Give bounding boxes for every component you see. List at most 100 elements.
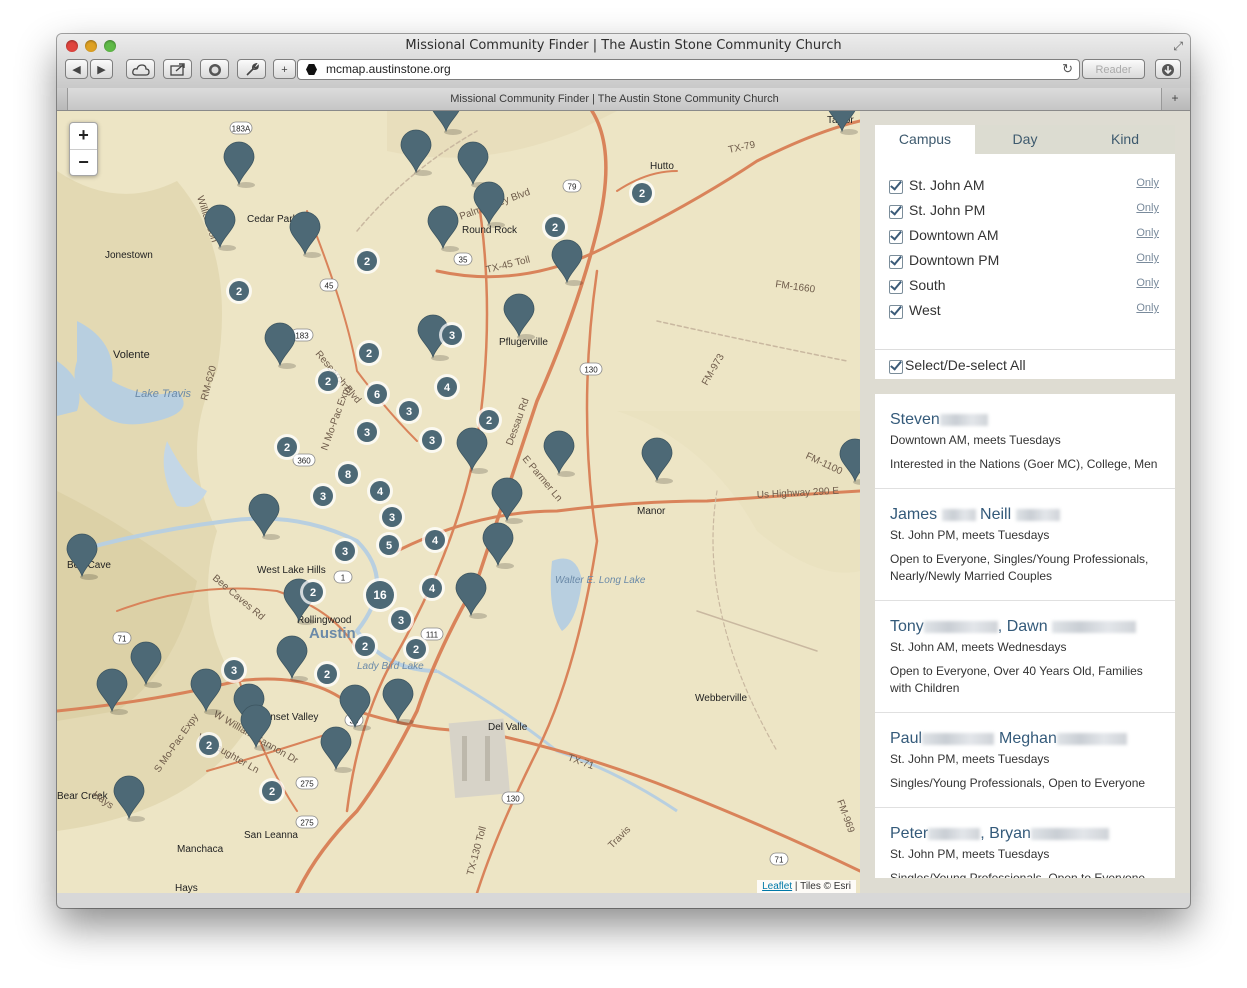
checkbox[interactable] — [889, 360, 903, 374]
leader-names[interactable]: Peter , Bryan — [890, 825, 1109, 843]
window-title: Missional Community Finder | The Austin … — [405, 38, 842, 53]
checkbox[interactable] — [889, 230, 903, 244]
checkbox[interactable] — [889, 205, 903, 219]
redacted-text — [1052, 620, 1137, 633]
active-tab[interactable]: Missional Community Finder | The Austin … — [67, 88, 1162, 110]
checkbox[interactable] — [889, 255, 903, 269]
leader-names[interactable]: Steven — [890, 411, 988, 429]
marker-cluster[interactable]: 3 — [332, 538, 358, 564]
campus-filter-south[interactable]: South Only — [889, 277, 1161, 297]
marker-cluster[interactable]: 2 — [274, 434, 300, 460]
zoom-control: + − — [69, 122, 98, 176]
marker-cluster[interactable]: 5 — [376, 532, 402, 558]
add-bookmark-button[interactable]: + — [273, 59, 296, 79]
marker-cluster[interactable]: 4 — [419, 575, 445, 601]
marker-cluster[interactable]: 8 — [335, 461, 361, 487]
marker-cluster[interactable]: 3 — [396, 398, 422, 424]
marker-cluster[interactable]: 2 — [226, 278, 252, 304]
result-card[interactable]: Paul Meghan St. John PM, meets Tuesdays S… — [875, 713, 1175, 808]
checkbox[interactable] — [889, 280, 903, 294]
leader-names[interactable]: James Neill — [890, 506, 1060, 524]
leader-names[interactable]: Tony , Dawn — [890, 618, 1137, 636]
marker-cluster[interactable]: 3 — [388, 607, 414, 633]
marker-cluster[interactable]: 4 — [434, 374, 460, 400]
route-shield: 45 — [319, 278, 339, 292]
campus-label: St. John AM — [909, 177, 985, 193]
only-link[interactable]: Only — [1136, 202, 1159, 214]
checkbox[interactable] — [889, 305, 903, 319]
marker-cluster[interactable]: 2 — [403, 636, 429, 662]
new-tab-button[interactable]: + — [1166, 91, 1184, 106]
result-card[interactable]: Tony , Dawn St. John AM, meets Wednesdays… — [875, 601, 1175, 713]
marker-cluster[interactable]: 6 — [364, 381, 390, 407]
only-link[interactable]: Only — [1136, 227, 1159, 239]
campus-filter-downtown-pm[interactable]: Downtown PM Only — [889, 252, 1161, 272]
map[interactable]: LeanderTaylorCedar ParkRound RockHuttoJo… — [57, 111, 860, 893]
marker-cluster[interactable]: 2 — [356, 340, 382, 366]
share-button[interactable] — [163, 59, 192, 79]
campus-filter-st-john-pm[interactable]: St. John PM Only — [889, 202, 1161, 222]
tab-campus[interactable]: Campus — [875, 125, 975, 154]
tab-kind[interactable]: Kind — [1075, 125, 1175, 154]
leader-names[interactable]: Paul Meghan — [890, 730, 1127, 748]
leader-name: , Bryan — [980, 825, 1031, 842]
forward-button[interactable]: ▶ — [90, 59, 113, 79]
reader-button[interactable]: Reader — [1082, 59, 1145, 79]
map-canvas[interactable]: LeanderTaylorCedar ParkRound RockHuttoJo… — [57, 111, 860, 893]
marker-cluster[interactable]: 2 — [300, 579, 326, 605]
route-shield: 275 — [295, 776, 319, 790]
select-all-toggle[interactable]: Select/De-select All — [889, 357, 1161, 377]
campus-filter-downtown-am[interactable]: Downtown AM Only — [889, 227, 1161, 247]
marker-cluster[interactable]: 2 — [354, 248, 380, 274]
marker-cluster[interactable]: 16 — [363, 578, 397, 612]
svg-text:3: 3 — [320, 491, 326, 503]
marker-cluster[interactable]: 2 — [352, 633, 378, 659]
svg-text:45: 45 — [325, 282, 334, 291]
route-shield: 71 — [769, 852, 789, 866]
select-all-row[interactable]: Select/De-select All — [875, 349, 1175, 380]
marker-cluster[interactable]: 2 — [259, 778, 285, 804]
zoom-out-button[interactable]: − — [70, 150, 97, 176]
campus-filter-west[interactable]: West Only — [889, 302, 1161, 322]
result-card[interactable]: Peter , Bryan St. John PM, meets Tuesdays… — [875, 808, 1175, 878]
back-button[interactable]: ◀ — [65, 59, 88, 79]
marker-cluster[interactable]: 2 — [315, 368, 341, 394]
checkbox[interactable] — [889, 180, 903, 194]
redacted-text — [941, 508, 976, 521]
marker-cluster[interactable]: 4 — [367, 478, 393, 504]
marker-cluster[interactable]: 2 — [542, 214, 568, 240]
result-card[interactable]: James Neill St. John PM, meets Tuesdays … — [875, 489, 1175, 601]
marker-cluster[interactable]: 2 — [314, 661, 340, 687]
only-link[interactable]: Only — [1136, 277, 1159, 289]
group-description: Open to Everyone, Over 40 Years Old, Fam… — [890, 664, 1143, 695]
address-bar[interactable]: mcmap.austinstone.org ↻ — [297, 59, 1080, 80]
tab-day[interactable]: Day — [975, 125, 1075, 154]
zoom-in-button[interactable]: + — [70, 123, 97, 150]
marker-cluster[interactable]: 3 — [419, 427, 445, 453]
result-card[interactable]: Steven Downtown AM, meets Tuesdays Inter… — [875, 394, 1175, 489]
marker-cluster[interactable]: 3 — [310, 483, 336, 509]
marker-cluster[interactable]: 2 — [476, 407, 502, 433]
only-link[interactable]: Only — [1136, 252, 1159, 264]
redacted-text — [1030, 827, 1109, 840]
downloads-button[interactable] — [1155, 59, 1181, 79]
reload-icon[interactable]: ↻ — [1062, 61, 1073, 77]
icloud-tabs-button[interactable] — [126, 59, 155, 79]
marker-cluster[interactable]: 2 — [629, 180, 655, 206]
adblock-button[interactable] — [200, 59, 229, 79]
marker-cluster[interactable]: 3 — [354, 419, 380, 445]
leader-name: Neill — [980, 506, 1012, 523]
marker-cluster[interactable]: 2 — [196, 732, 222, 758]
results-list: Steven Downtown AM, meets Tuesdays Inter… — [875, 394, 1175, 878]
marker-cluster[interactable]: 3 — [221, 657, 247, 683]
campus-filter-st-john-am[interactable]: St. John AM Only — [889, 177, 1161, 197]
fullscreen-icon[interactable]: ⤢ — [1173, 39, 1183, 54]
leaflet-link[interactable]: Leaflet — [762, 881, 792, 892]
marker-cluster[interactable]: 3 — [379, 504, 405, 530]
place-label: Webberville — [695, 693, 747, 704]
marker-cluster[interactable]: 3 — [439, 322, 465, 348]
only-link[interactable]: Only — [1136, 302, 1159, 314]
only-link[interactable]: Only — [1136, 177, 1159, 189]
marker-cluster[interactable]: 4 — [422, 527, 448, 553]
tools-button[interactable] — [237, 59, 266, 79]
